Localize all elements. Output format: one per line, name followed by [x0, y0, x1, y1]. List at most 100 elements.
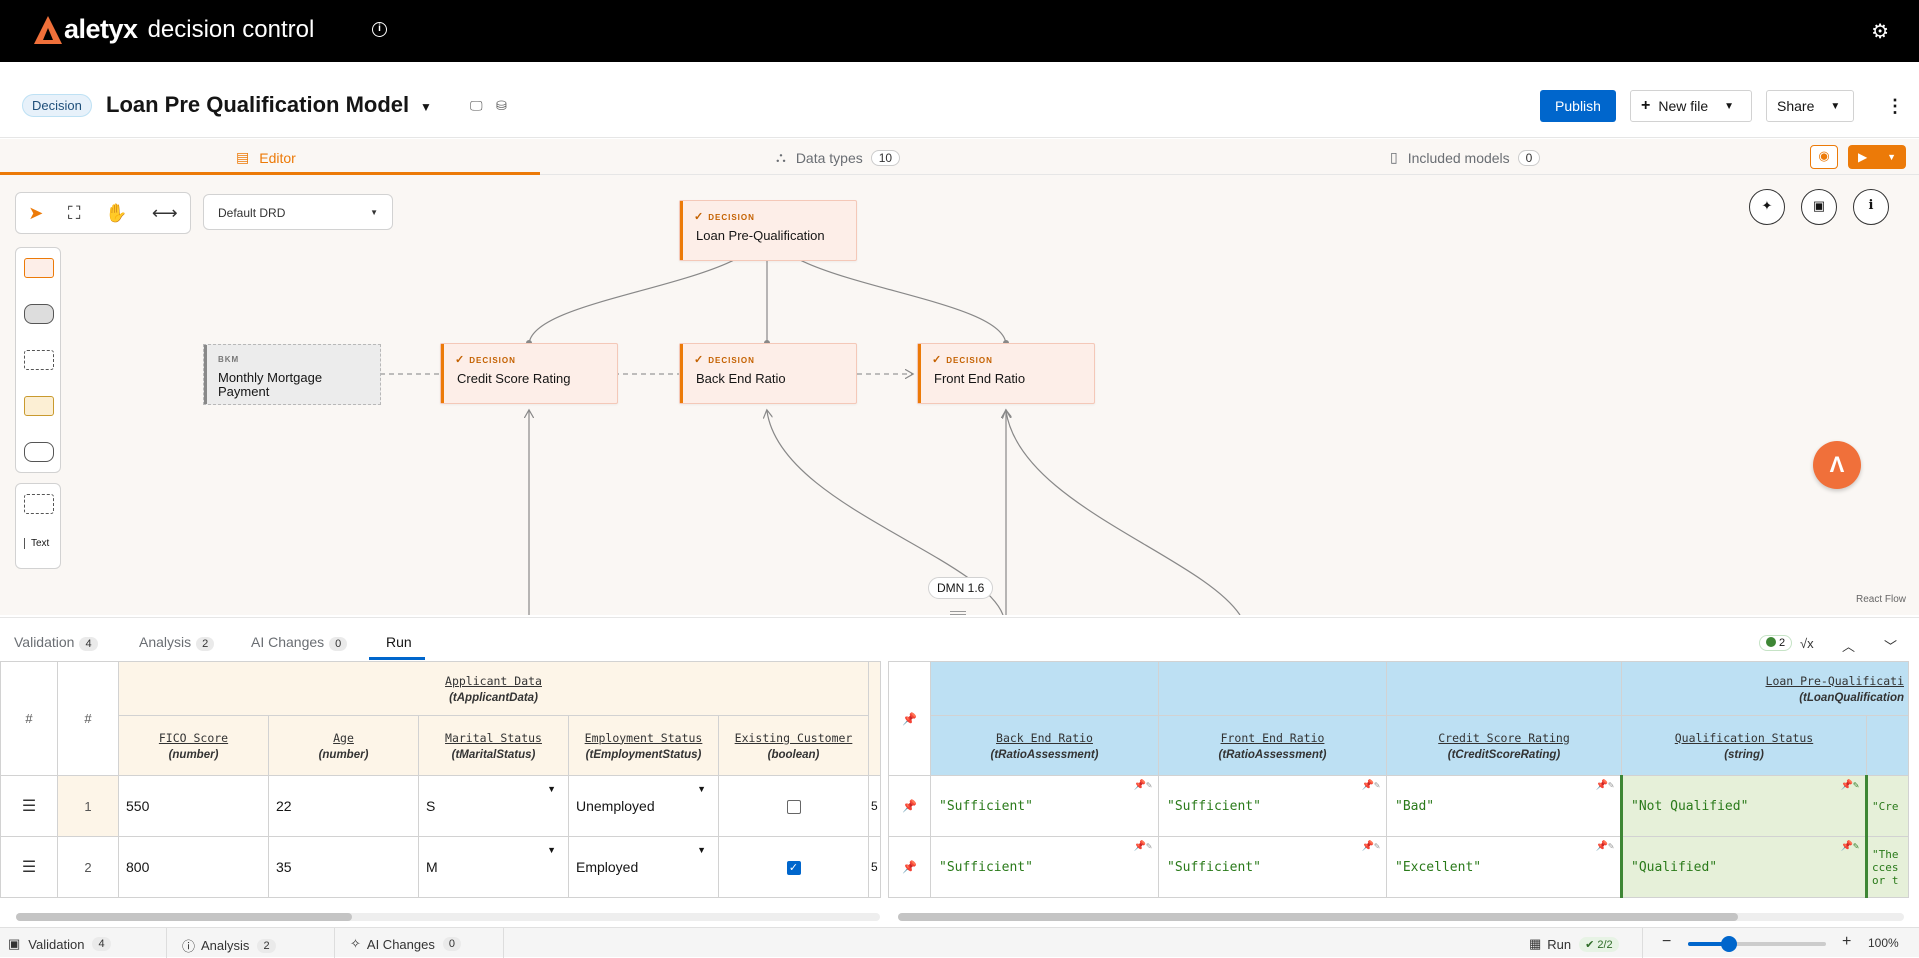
- pin-edit-icon[interactable]: 📌✎: [1841, 780, 1859, 791]
- panel-resize-handle[interactable]: [950, 611, 966, 615]
- tab-data-types[interactable]: ⛬ Data types 10: [776, 149, 901, 166]
- cell-back-end-ratio[interactable]: "Sufficient" 📌✎: [930, 775, 1159, 837]
- column-header[interactable]: Back End Ratio (tRatioAssessment): [930, 715, 1159, 776]
- model-title[interactable]: Loan Pre Qualification Model: [106, 92, 409, 118]
- magic-wand-icon[interactable]: ✦: [1749, 189, 1785, 225]
- palette-decision-service-icon[interactable]: [24, 350, 54, 370]
- palette-text-annotation[interactable]: Text: [24, 538, 49, 549]
- column-header[interactable]: FICO Score (number): [118, 715, 269, 776]
- ptab-analysis[interactable]: Analysis 2: [139, 634, 215, 651]
- cell-back-end-ratio[interactable]: "Sufficient" 📌✎: [930, 836, 1159, 898]
- cell-existing[interactable]: ✓: [718, 836, 869, 898]
- horizontal-resize-icon[interactable]: ⟷: [152, 203, 178, 224]
- select-pointer-icon[interactable]: ➤: [28, 203, 43, 224]
- column-header[interactable]: Marital Status (tMaritalStatus): [418, 715, 569, 776]
- chevron-down-icon[interactable]: ▼: [697, 784, 706, 794]
- react-flow-attribution[interactable]: React Flow: [1856, 594, 1906, 605]
- tab-editor[interactable]: ▤ Editor: [236, 149, 296, 166]
- share-button[interactable]: Share ▼: [1766, 90, 1854, 122]
- pin-edit-icon[interactable]: 📌✎: [1596, 841, 1614, 852]
- status-run[interactable]: ▦ Run ✔ 2/2: [1529, 936, 1619, 952]
- run-button[interactable]: ▶ ▼: [1848, 145, 1906, 169]
- chevron-down-icon[interactable]: ﹀: [1884, 636, 1897, 655]
- row-details-icon[interactable]: ☰: [0, 836, 58, 898]
- input-table-scrollbar[interactable]: [16, 913, 880, 921]
- cell-qualification-status[interactable]: "Qualified" 📌✎: [1620, 836, 1867, 898]
- palette-input-data-icon[interactable]: [24, 442, 54, 462]
- cell-employment[interactable]: Employed ▼: [568, 836, 719, 898]
- loan-prequalification-group-header[interactable]: Loan Pre-Qualificati (tLoanQualification: [1621, 661, 1909, 716]
- cell-existing[interactable]: [718, 775, 869, 837]
- drd-canvas[interactable]: ➤ ⛶ ✋ ⟷ Default DRD ▼ Text ✦ ▣ i ✓ DECISI…: [0, 175, 1919, 615]
- bkm-node-monthly-mortgage-payment[interactable]: BKM Monthly Mortgage Payment: [203, 344, 381, 405]
- aletyx-assistant-icon[interactable]: Λ: [1813, 441, 1861, 489]
- title-dropdown-caret-icon[interactable]: ▼: [420, 100, 432, 114]
- decision-node-front-end-ratio[interactable]: ✓ DECISION Front End Ratio: [917, 343, 1095, 404]
- cell-front-end-ratio[interactable]: "Sufficient" 📌✎: [1158, 775, 1387, 837]
- cell-fico[interactable]: 800: [118, 836, 269, 898]
- zoom-out-button[interactable]: −: [1662, 933, 1671, 951]
- cell-marital[interactable]: S ▼: [418, 775, 569, 837]
- info-icon[interactable]: i: [1853, 189, 1889, 225]
- ptab-ai-changes[interactable]: AI Changes 0: [251, 634, 348, 651]
- column-header[interactable]: Credit Score Rating (tCreditScoreRating): [1386, 715, 1622, 776]
- decision-node-back-end-ratio[interactable]: ✓ DECISION Back End Ratio: [679, 343, 857, 404]
- palette-group-icon[interactable]: [24, 494, 54, 514]
- settings-gear-icon[interactable]: ⚙: [1871, 19, 1889, 44]
- publish-button[interactable]: Publish: [1540, 90, 1616, 122]
- palette-decision-icon[interactable]: [24, 258, 54, 278]
- pin-edit-icon[interactable]: 📌✎: [1841, 841, 1859, 852]
- existing-customer-checkbox[interactable]: ✓: [786, 861, 801, 876]
- pin-edit-icon[interactable]: 📌✎: [1362, 780, 1380, 791]
- overlays-icon[interactable]: ▣: [1801, 189, 1837, 225]
- ptab-validation[interactable]: Validation 4: [14, 634, 98, 651]
- pan-hand-icon[interactable]: ✋: [105, 203, 127, 224]
- chevron-down-icon[interactable]: ▼: [547, 784, 556, 794]
- chevron-down-icon[interactable]: ▼: [697, 845, 706, 855]
- zoom-slider-knob[interactable]: [1721, 936, 1738, 952]
- column-header[interactable]: Existing Customer (boolean): [718, 715, 869, 776]
- drd-select[interactable]: Default DRD ▼: [203, 194, 393, 230]
- pin-icon[interactable]: 📌: [888, 836, 931, 898]
- row-details-icon[interactable]: ☰: [0, 775, 58, 837]
- cell-fico[interactable]: 550: [118, 775, 269, 837]
- column-header[interactable]: Front End Ratio (tRatioAssessment): [1158, 715, 1387, 776]
- palette-knowledge-source-icon[interactable]: [24, 396, 54, 416]
- pin-edit-icon[interactable]: 📌✎: [1362, 841, 1380, 852]
- cell-front-end-ratio[interactable]: "Sufficient" 📌✎: [1158, 836, 1387, 898]
- zoom-in-button[interactable]: +: [1842, 933, 1851, 951]
- ptab-run[interactable]: Run: [386, 634, 412, 650]
- column-header[interactable]: Age (number): [268, 715, 419, 776]
- cell-credit-score-rating[interactable]: "Excellent" 📌✎: [1386, 836, 1622, 898]
- decision-node-loan-prequalification[interactable]: ✓ DECISION Loan Pre-Qualification: [679, 200, 857, 261]
- cell-employment[interactable]: Unemployed ▼: [568, 775, 719, 837]
- palette-bkm-icon[interactable]: [24, 304, 54, 324]
- info-icon[interactable]: i: [372, 22, 387, 37]
- fit-screen-icon[interactable]: ⛶: [68, 203, 81, 224]
- new-file-button[interactable]: + New file ▼: [1630, 90, 1752, 122]
- pin-edit-icon[interactable]: 📌✎: [1134, 841, 1152, 852]
- formula-icon[interactable]: √x: [1800, 636, 1814, 651]
- pin-edit-icon[interactable]: 📌✎: [1596, 780, 1614, 791]
- kebab-menu-icon[interactable]: ⋮: [1886, 96, 1904, 117]
- cell-qualification-status[interactable]: "Not Qualified" 📌✎: [1620, 775, 1867, 837]
- column-header[interactable]: Qualification Status (string): [1621, 715, 1867, 776]
- output-table-scrollbar[interactable]: [898, 913, 1904, 921]
- cell-age[interactable]: 35: [268, 836, 419, 898]
- pin-icon[interactable]: 📌: [888, 775, 931, 837]
- tab-included-models[interactable]: ▯ Included models 0: [1390, 149, 1541, 166]
- chevron-down-icon[interactable]: ▼: [547, 845, 556, 855]
- decision-node-credit-score-rating[interactable]: ✓ DECISION Credit Score Rating: [440, 343, 618, 404]
- status-analysis[interactable]: ⓘ Analysis 2: [182, 936, 276, 955]
- app-logo[interactable]: aletyx decision control: [34, 14, 314, 45]
- existing-customer-checkbox[interactable]: [786, 800, 801, 815]
- cell-marital[interactable]: M ▼: [418, 836, 569, 898]
- pin-icon[interactable]: 📌: [888, 661, 931, 776]
- storage-icon[interactable]: ⛁: [496, 98, 507, 114]
- desktop-icon[interactable]: 🖵: [470, 98, 483, 114]
- cell-age[interactable]: 22: [268, 775, 419, 837]
- status-ai-changes[interactable]: ✧ AI Changes 0: [350, 936, 461, 952]
- pin-edit-icon[interactable]: 📌✎: [1134, 780, 1152, 791]
- column-header[interactable]: Employment Status (tEmploymentStatus): [568, 715, 719, 776]
- preview-eye-icon[interactable]: ◉: [1810, 145, 1838, 169]
